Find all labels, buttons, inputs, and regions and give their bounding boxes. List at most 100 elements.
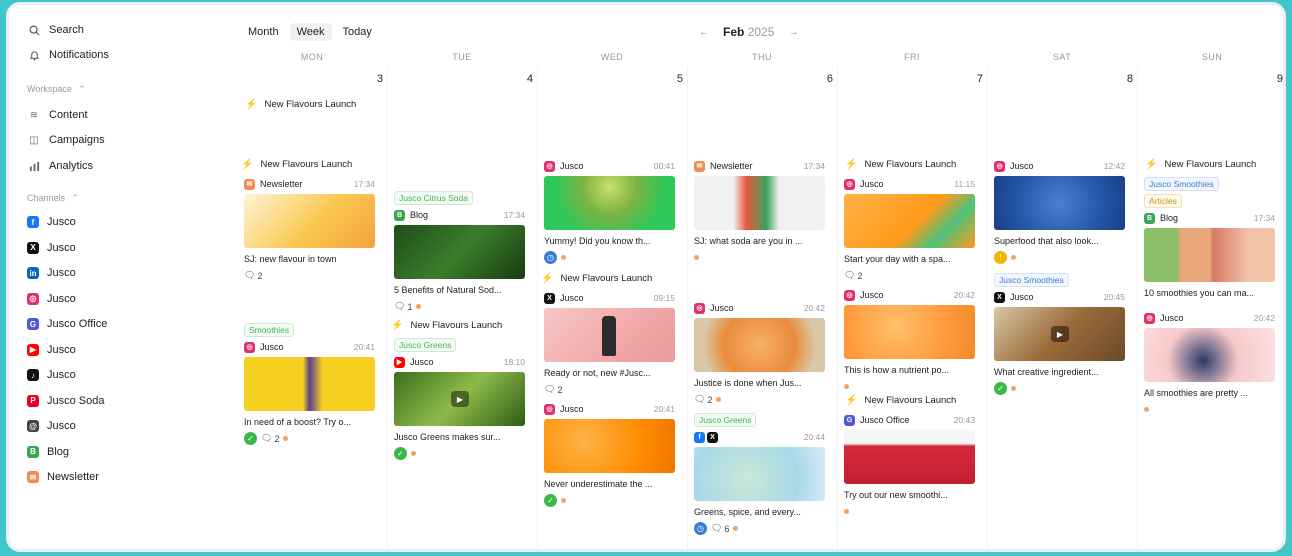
post-thumbnail[interactable] [844,305,975,359]
workspace-section-header[interactable]: Workspace ⌃ [27,84,86,95]
campaign-event[interactable]: ⚡ New Flavours Launch [541,273,652,284]
column-divider [1137,67,1138,549]
post-card[interactable]: G Jusco Office 20:43 Try out our new smooth… [844,413,975,518]
post-thumbnail[interactable]: ▶ [994,307,1125,361]
label-tag[interactable]: Jusco Smoothies [994,273,1069,287]
comment-count[interactable]: 🗨 2 [694,394,712,405]
post-card[interactable]: Jusco Greens ▶ Jusco 18:10 ▶ Jusco Greens mak… [394,338,525,460]
post-card[interactable]: Smoothies ◎ Jusco 20:41 In need of a boost? … [244,323,375,445]
sidebar-search[interactable]: Search [27,21,84,39]
post-card[interactable]: Jusco Smoothies X Jusco 20:45 ▶ What creative… [994,273,1125,395]
campaign-event[interactable]: ⚡ New Flavours Launch [1145,159,1256,170]
post-time: 17:34 [803,161,825,171]
comment-count[interactable]: 🗨 6 [711,523,729,534]
day-date-mon[interactable]: 3 [237,73,387,85]
post-card[interactable]: Jusco Citrus Soda B Blog 17:34 5 Benefits of… [394,191,525,313]
week-view-button[interactable]: Week [289,23,332,41]
post-channel-name: Jusco Office [860,415,910,425]
blog-icon: B [27,445,39,458]
day-date-sat[interactable]: 8 [987,73,1137,85]
post-card[interactable]: ✉ Newsletter 17:34 SJ: new flavour in town 🗨… [244,177,375,282]
comment-count[interactable]: 🗨 2 [244,270,262,281]
post-thumbnail[interactable]: ▶ [394,372,525,426]
post-caption: All smoothies are pretty ... [1144,388,1249,398]
post-thumbnail[interactable] [544,308,675,362]
prev-week-button[interactable]: ← [699,27,709,38]
search-icon [27,23,41,37]
label-tag[interactable]: Jusco Greens [394,338,457,352]
post-card[interactable]: Jusco Smoothies Articles B Blog 17:34 10 smoo… [1144,177,1275,298]
campaign-event[interactable]: ⚡ New Flavours Launch [241,159,352,170]
comment-count[interactable]: 🗨 2 [544,384,562,395]
campaign-event[interactable]: ⚡ New Flavours Launch [845,395,956,406]
day-date-thu[interactable]: 6 [687,73,837,85]
day-date-sun[interactable]: 9 [1137,73,1283,85]
post-card[interactable]: ✉ Newsletter 17:34 SJ: what soda are you in… [694,159,825,264]
post-thumbnail[interactable] [544,419,675,473]
lightning-icon: ⚡ [845,395,858,406]
comment-count[interactable]: 🗨 1 [394,301,412,312]
next-week-button[interactable]: → [788,27,798,38]
post-card[interactable]: Jusco Greens f X 20:44 Greens, spice, and ev… [694,413,825,535]
post-card[interactable]: ◎ Jusco 20:41 Never underestimate the ... ✓ [544,402,675,507]
sidebar-item-campaigns[interactable]: ◫ Campaigns [27,131,104,149]
sidebar-channel-youtube[interactable]: ▶ Jusco [27,341,76,359]
label-tag[interactable]: Jusco Smoothies [1144,177,1219,191]
sidebar-channel-linkedin[interactable]: in Jusco [27,264,76,282]
post-thumbnail[interactable] [544,176,675,230]
sidebar-channel-tiktok[interactable]: ♪ Jusco [27,366,76,384]
post-thumbnail[interactable] [1144,228,1275,282]
post-header: ◎ Jusco 20:42 [1144,311,1275,325]
post-card[interactable]: ◎ Jusco 12:42 Superfood that also look...! [994,159,1125,264]
sidebar-item-content[interactable]: ≋ Content [27,106,88,124]
campaign-event[interactable]: ⚡ New Flavours Launch [845,159,956,170]
status-dot [716,397,722,402]
label-tag[interactable]: Jusco Greens [694,413,757,427]
month-view-button[interactable]: Month [241,23,286,41]
sidebar-channel-threads[interactable]: @ Jusco [27,417,76,435]
sidebar-channel-blog[interactable]: B Blog [27,443,69,461]
post-thumbnail[interactable] [1144,328,1275,382]
sidebar-channel-instagram[interactable]: ◎ Jusco [27,290,76,308]
post-thumbnail[interactable] [394,225,525,279]
day-date-tue[interactable]: 4 [387,73,537,85]
post-thumbnail[interactable] [244,357,375,411]
day-date-fri[interactable]: 7 [837,73,987,85]
post-thumbnail[interactable] [994,176,1125,230]
post-card[interactable]: ◎ Jusco 00:41 Yummy! Did you know th... ◷ [544,159,675,264]
bell-icon [27,48,41,62]
sidebar-item-label: Analytics [49,160,94,172]
post-card[interactable]: ◎ Jusco 20:42 All smoothies are pretty ... [1144,311,1275,416]
post-caption: Ready or not, new #Jusc... [544,368,651,378]
post-thumbnail[interactable] [844,430,975,484]
post-thumbnail[interactable] [694,447,825,501]
label-tag[interactable]: Jusco Citrus Soda [394,191,473,205]
post-card[interactable]: ◎ Jusco 11:15 Start your day with a spa... 🗨… [844,177,975,282]
channels-section-header[interactable]: Channels ⌃ [27,193,79,204]
sidebar-item-analytics[interactable]: Analytics [27,157,93,175]
post-thumbnail[interactable] [694,318,825,372]
comment-count[interactable]: 🗨 2 [844,270,862,281]
label-tag[interactable]: Articles [1144,194,1182,208]
campaign-event[interactable]: ⚡ New Flavours Launch [245,99,356,110]
sidebar-channel-pinterest[interactable]: P Jusco Soda [27,392,104,410]
post-thumbnail[interactable] [244,194,375,248]
label-tag[interactable]: Smoothies [244,323,295,337]
sidebar-notifications[interactable]: Notifications [27,46,109,64]
comment-icon: 🗨 [844,270,856,280]
day-date-wed[interactable]: 5 [537,73,687,85]
sidebar-channel-google-business[interactable]: G Jusco Office [27,315,107,333]
campaign-event[interactable]: ⚡ New Flavours Launch [391,320,502,331]
post-thumbnail[interactable] [844,194,975,248]
post-card[interactable]: X Jusco 09:15 Ready or not, new #Jusc... 🗨 2 [544,291,675,396]
sidebar-channel-label: Jusco [47,216,76,228]
post-thumbnail[interactable] [694,176,825,230]
post-card[interactable]: ◎ Jusco 20:42 Justice is done when Jus... 🗨 2 [694,301,825,406]
post-card[interactable]: ◎ Jusco 20:42 This is how a nutrient po... [844,288,975,393]
sidebar-channel-facebook[interactable]: f Jusco [27,213,76,231]
today-button[interactable]: Today [336,23,379,41]
comment-count[interactable]: 🗨 2 [261,433,279,444]
sidebar-channel-x[interactable]: X Jusco [27,239,76,257]
sidebar-channel-newsletter[interactable]: ✉ Newsletter [27,468,99,486]
instagram-icon: ◎ [694,302,705,314]
